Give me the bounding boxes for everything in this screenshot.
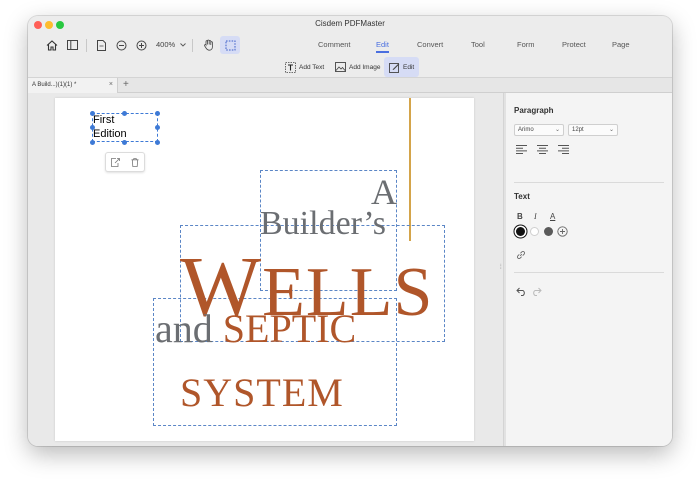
- resize-handle[interactable]: [155, 140, 160, 145]
- window-title: Cisdem PDFMaster: [315, 19, 385, 28]
- font-size-value: 12pt: [572, 127, 584, 133]
- selected-text-line: Edition: [93, 128, 127, 140]
- document-tab-name: A Build...)(1)(1) *: [32, 82, 77, 88]
- resize-handle[interactable]: [155, 125, 160, 130]
- add-color-icon[interactable]: [557, 226, 568, 237]
- chevron-down-icon: [180, 42, 187, 47]
- paragraph-heading: Paragraph: [514, 106, 554, 115]
- align-center-icon[interactable]: [537, 145, 548, 154]
- add-text-icon: [285, 61, 296, 73]
- document-tabs: A Build...)(1)(1) * × +: [28, 78, 672, 93]
- tab-tool[interactable]: Tool: [471, 40, 485, 49]
- document-tab[interactable]: A Build...)(1)(1) * ×: [28, 78, 118, 93]
- selected-text-line: First: [93, 114, 115, 126]
- font-family-select[interactable]: Arimo ⌄: [514, 124, 564, 136]
- panel-divider: [514, 272, 664, 273]
- document-canvas[interactable]: A Builder’s WELLS and SEPTIC SYSTEM Firs…: [28, 93, 503, 446]
- undo-icon[interactable]: [516, 287, 527, 296]
- home-icon[interactable]: [44, 36, 60, 54]
- color-swatch-white[interactable]: [530, 227, 539, 236]
- close-tab-icon[interactable]: ×: [109, 81, 113, 88]
- add-text-button[interactable]: Add Text: [280, 57, 329, 77]
- title-and: and: [155, 306, 213, 351]
- color-swatch-black[interactable]: [516, 227, 525, 236]
- color-swatch-gray[interactable]: [544, 227, 553, 236]
- trash-icon[interactable]: [131, 157, 139, 167]
- add-image-icon: [335, 62, 346, 72]
- align-left-icon[interactable]: [516, 145, 527, 154]
- text-heading: Text: [514, 192, 530, 201]
- edit-subtoolbar: Add Text Add Image Edit: [28, 56, 672, 78]
- active-tab-indicator: [376, 51, 389, 53]
- underline-button[interactable]: A: [550, 212, 555, 221]
- tab-edit[interactable]: Edit: [376, 40, 389, 49]
- bold-button[interactable]: B: [517, 212, 523, 221]
- link-icon[interactable]: [516, 250, 526, 260]
- zoom-level-select[interactable]: 400%: [156, 40, 187, 49]
- zoom-out-icon[interactable]: [114, 36, 128, 54]
- tab-protect[interactable]: Protect: [562, 40, 586, 49]
- select-tool-icon[interactable]: [220, 36, 240, 54]
- panel-divider: [514, 182, 664, 183]
- edit-icon: [389, 62, 400, 73]
- title-system[interactable]: SYSTEM: [180, 369, 344, 416]
- title-and-septic[interactable]: and SEPTIC: [155, 305, 356, 352]
- toolbar-divider: [192, 39, 193, 52]
- edit-button[interactable]: Edit: [384, 57, 420, 77]
- add-image-button[interactable]: Add Image: [330, 57, 385, 77]
- sidebar-toggle-icon[interactable]: [64, 36, 80, 54]
- decorative-bar: [409, 98, 411, 241]
- tab-form[interactable]: Form: [517, 40, 535, 49]
- redo-icon[interactable]: [531, 287, 542, 296]
- export-icon[interactable]: [111, 157, 121, 167]
- pdf-page[interactable]: A Builder’s WELLS and SEPTIC SYSTEM Firs…: [55, 98, 474, 441]
- font-size-select[interactable]: 12pt ⌄: [568, 124, 618, 136]
- tab-convert[interactable]: Convert: [417, 40, 443, 49]
- splitter-grip-icon[interactable]: ⦙: [500, 264, 502, 272]
- resize-handle[interactable]: [155, 111, 160, 116]
- edit-label: Edit: [403, 63, 415, 71]
- add-image-label: Add Image: [349, 63, 381, 71]
- text-box-mini-toolbar: [105, 152, 145, 172]
- page-icon[interactable]: [94, 36, 108, 54]
- font-family-value: Arimo: [518, 127, 534, 133]
- tab-comment[interactable]: Comment: [318, 40, 351, 49]
- main-toolbar: 400% Comment Edit Convert Tool Form Prot…: [28, 34, 672, 56]
- add-tab-icon[interactable]: +: [123, 79, 129, 90]
- zoom-level: 400%: [156, 40, 176, 49]
- zoom-in-icon[interactable]: [134, 36, 148, 54]
- chevron-down-icon: ⌄: [554, 127, 560, 133]
- toolbar-divider: [86, 39, 87, 52]
- app-window: Cisdem PDFMaster 400% Comment Edit Conve…: [28, 16, 672, 446]
- italic-button[interactable]: I: [534, 212, 537, 221]
- properties-panel: Paragraph Arimo ⌄ 12pt ⌄ Text B I A: [506, 93, 672, 446]
- chevron-down-icon: ⌄: [608, 127, 614, 133]
- hand-tool-icon[interactable]: [201, 36, 217, 54]
- tab-page[interactable]: Page: [612, 40, 630, 49]
- align-right-icon[interactable]: [558, 145, 569, 154]
- add-text-label: Add Text: [299, 63, 325, 71]
- title-bar: Cisdem PDFMaster: [28, 16, 672, 34]
- title-septic: SEPTIC: [222, 306, 357, 351]
- selected-text[interactable]: First Edition: [93, 113, 127, 141]
